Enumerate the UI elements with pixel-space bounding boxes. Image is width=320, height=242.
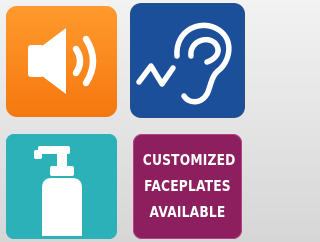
soap-dispenser-icon xyxy=(6,134,117,239)
speaker-volume-icon xyxy=(6,6,117,117)
custom-line-3: AVAILABLE xyxy=(149,203,226,221)
ear-hearing-icon xyxy=(131,4,244,117)
custom-line-1: CUSTOMIZED xyxy=(142,151,236,169)
customized-faceplates-tile[interactable]: CUSTOMIZED FACEPLATES AVAILABLE xyxy=(133,134,242,239)
hearing-tile[interactable] xyxy=(131,4,244,117)
soap-dispenser-tile[interactable] xyxy=(6,134,117,239)
sound-tile[interactable] xyxy=(6,6,117,117)
customized-faceplates-text: CUSTOMIZED FACEPLATES AVAILABLE xyxy=(142,147,236,225)
custom-line-2: FACEPLATES xyxy=(144,177,231,195)
